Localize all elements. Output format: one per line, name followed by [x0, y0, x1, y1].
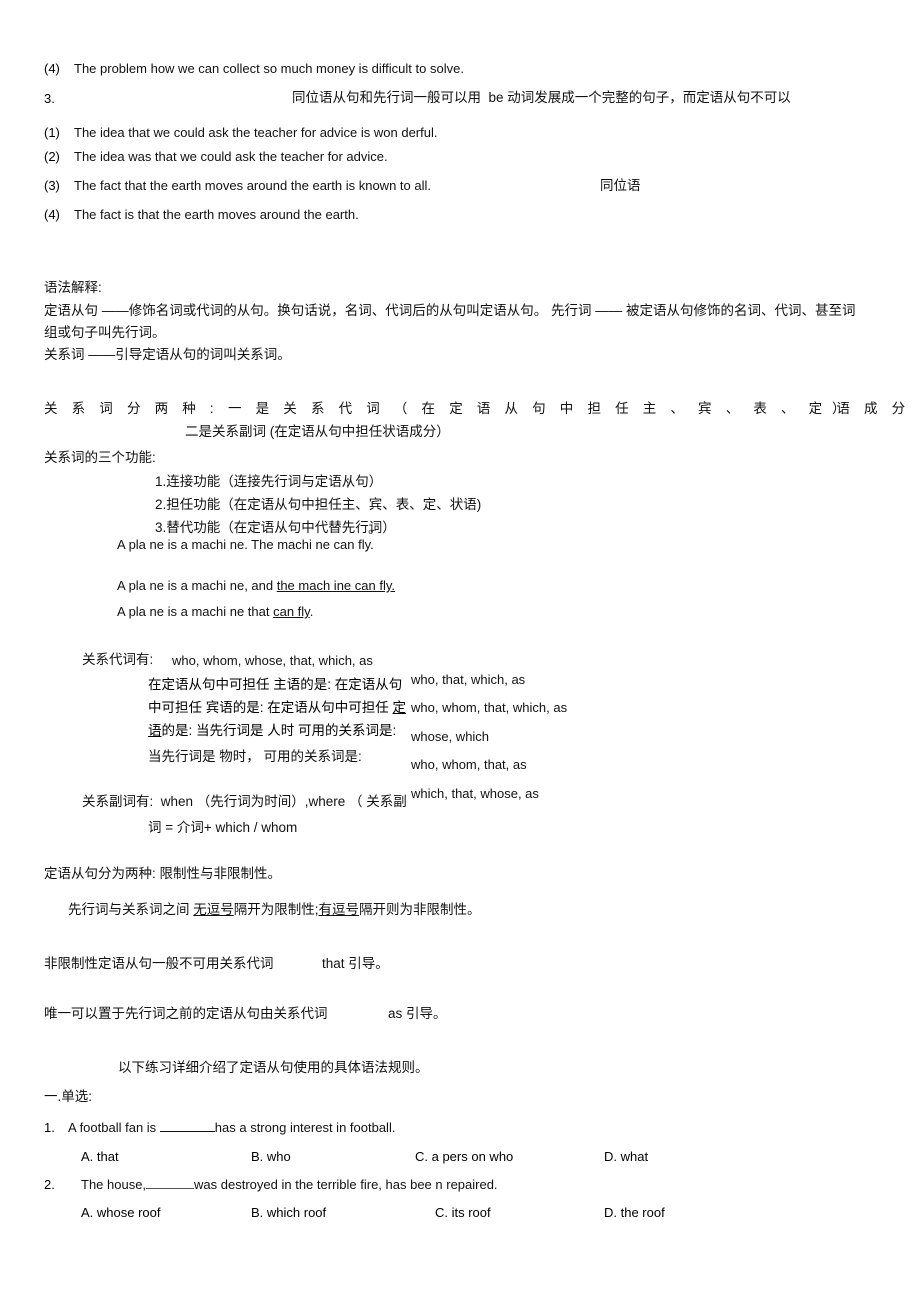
annotation-appositive: 同位语 — [600, 178, 641, 193]
list-marker-3b: (3) — [44, 178, 60, 193]
question-1-number: 1. — [44, 1120, 55, 1135]
grammar-heading: 语法解释: — [44, 280, 102, 295]
question-1-stem-prefix: A football fan is — [68, 1120, 160, 1135]
relative-word-kind-two: 二是关系副词 (在定语从句中担任状语成分） — [185, 424, 450, 439]
grammar-relative-word-definition: 关系词 ——引导定语从句的词叫关系词。 — [44, 347, 291, 362]
question-1-option-b[interactable]: B. who — [251, 1149, 291, 1164]
question-1-answer-blank[interactable] — [159, 1120, 215, 1132]
answer-subject-pronouns: who, that, which, as — [411, 672, 526, 687]
exercise-intro: 以下练习详细介绍了定语从句使用的具体语法规则。 — [118, 1060, 429, 1075]
answer-thing-pronouns: which, that, whose, as — [411, 786, 539, 801]
comma-rule-part-2: 隔开为限制性; — [233, 902, 319, 917]
example-sentence-1: The idea that we could ask the teacher f… — [74, 125, 438, 140]
list-marker-3: 3. — [44, 91, 55, 106]
as-clause-rule-prefix: 唯一可以置于先行词之前的定语从句由关系代词 — [44, 1006, 328, 1021]
roles-part-3: 当先行词是 物时， 可用的关系词是: — [148, 749, 362, 764]
exercise-section-heading: 一.单选: — [44, 1089, 93, 1104]
answer-attributive-pronouns: whose, which — [411, 729, 490, 744]
relative-adverb-line-2: 词 = 介词+ which / whom — [148, 820, 298, 835]
comma-rule-part-3: 隔开则为非限制性。 — [359, 902, 481, 917]
question-2-option-c[interactable]: C. its roof — [435, 1205, 491, 1220]
grammar-definition-line1: 定语从句 ——修饰名词或代词的从句。换句话说，名词、代词后的从句叫定语从句。 先… — [44, 303, 856, 318]
document-page: (4) The problem how we can collect so mu… — [0, 0, 920, 1303]
relative-word-kinds-label: 关 系 词 分 两 种 : — [44, 401, 219, 416]
question-2-stem-suffix: was destroyed in the terrible fire, has … — [194, 1177, 498, 1192]
comma-rule-part-1: 先行词与关系词之间 — [68, 902, 194, 917]
question-1-option-a[interactable]: A. that — [81, 1149, 119, 1164]
list-marker-1: (1) — [44, 125, 60, 140]
question-2-option-d[interactable]: D. the roof — [604, 1205, 665, 1220]
question-2-stem-prefix: The house, — [81, 1177, 147, 1192]
question-2-number: 2. — [44, 1177, 55, 1192]
example-sentence-4b: The fact is that the earth moves around … — [74, 207, 359, 222]
question-1-option-d[interactable]: D. what — [604, 1149, 648, 1164]
example-sentence-3b: The fact that the earth moves around the… — [74, 178, 431, 193]
list-marker-2: (2) — [44, 149, 60, 164]
comma-rule-has-comma: 有逗号 — [318, 902, 360, 917]
relative-word-kind-one-close-paren: ） — [832, 401, 846, 416]
example-plane-1: A pla ne is a machi ne. The machi ne can… — [117, 537, 374, 552]
answer-person-pronouns: who, whom, that, as — [411, 757, 527, 772]
list-marker-4a: (4) — [44, 61, 60, 76]
functions-label: 关系词的三个功能: — [44, 450, 156, 465]
rule-appositive-vs-attributive: 同位语从句和先行词一般可以用 be 动词发展成一个完整的句子，而定语从句不可以 — [292, 90, 791, 105]
comma-rule-no-comma: 无逗号 — [193, 902, 234, 917]
question-1-stem: A football fan is has a strong interest … — [68, 1120, 395, 1136]
example-plane-2-prefix: A pla ne is a machi ne, and — [117, 578, 277, 593]
answer-object-pronouns: who, whom, that, which, as — [411, 700, 568, 715]
roles-part-1: 在定语从句中可担任 主语的是: 在定语从句中可担任 宾语的是: 在定语从句中可担… — [148, 677, 403, 716]
non-restrictive-that-rule-suffix: that 引导。 — [322, 956, 389, 971]
example-plane-3-suffix: . — [309, 604, 314, 619]
question-2-stem: The house, was destroyed in the terrible … — [81, 1177, 498, 1193]
example-plane-3: A pla ne is a machi ne that can fly. — [117, 604, 313, 620]
function-item-1-punct: ; — [346, 474, 350, 489]
roles-part-2: 的是: 当先行词是 人时 可用的关系词是: — [161, 723, 397, 739]
function-item-3-punct: 。 — [368, 521, 382, 536]
question-2-option-b[interactable]: B. which roof — [251, 1205, 326, 1220]
question-2-option-a[interactable]: A. whose roof — [81, 1205, 161, 1220]
example-sentence-2: The idea was that we could ask the teach… — [74, 149, 388, 164]
example-plane-3-prefix: A pla ne is a machi ne that — [117, 604, 274, 619]
question-2-answer-blank[interactable] — [146, 1178, 195, 1189]
relative-word-kind-one: 一 是 关 系 代 词 （ 在 定 语 从 句 中 担 任 主 、 宾 、 表 … — [228, 401, 911, 416]
example-plane-2: A pla ne is a machi ne, and the mach ine… — [117, 578, 395, 594]
relative-pronoun-list: who, whom, whose, that, which, as — [172, 653, 373, 668]
as-clause-rule-suffix: as 引导。 — [388, 1006, 447, 1021]
example-plane-2-underlined: the mach ine can fly. — [276, 578, 395, 593]
restrictive-comma-rule: 先行词与关系词之间 无逗号隔开为限制性;有逗号隔开则为非限制性。 — [68, 902, 481, 919]
question-1-stem-suffix: has a strong interest in football. — [214, 1120, 396, 1135]
function-item-3: 3.替代功能（在定语从句中代替先行词） — [155, 520, 396, 535]
example-sentence-4a: The problem how we can collect so much m… — [74, 61, 464, 76]
relative-adverb-line-1: 关系副词有: when （先行词为时间）,where （ 关系副 — [82, 794, 407, 809]
restrictive-types-line: 定语从句分为两种: 限制性与非限制性。 — [44, 866, 282, 881]
example-plane-3-underlined: can fly — [273, 604, 310, 619]
relative-pronoun-label: 关系代词有: — [82, 652, 154, 667]
relative-pronoun-roles-text: 在定语从句中可担任 主语的是: 在定语从句中可担任 宾语的是: 在定语从句中可担… — [148, 673, 410, 743]
function-item-2: 2.担任功能（在定语从句中担任主、宾、表、定、状语) — [155, 497, 482, 512]
non-restrictive-that-rule-prefix: 非限制性定语从句一般不可用关系代词 — [44, 956, 274, 971]
list-marker-4b: (4) — [44, 207, 60, 222]
grammar-definition-line2: 组或句子叫先行词。 — [44, 325, 166, 340]
question-1-option-c[interactable]: C. a pers on who — [415, 1149, 513, 1164]
